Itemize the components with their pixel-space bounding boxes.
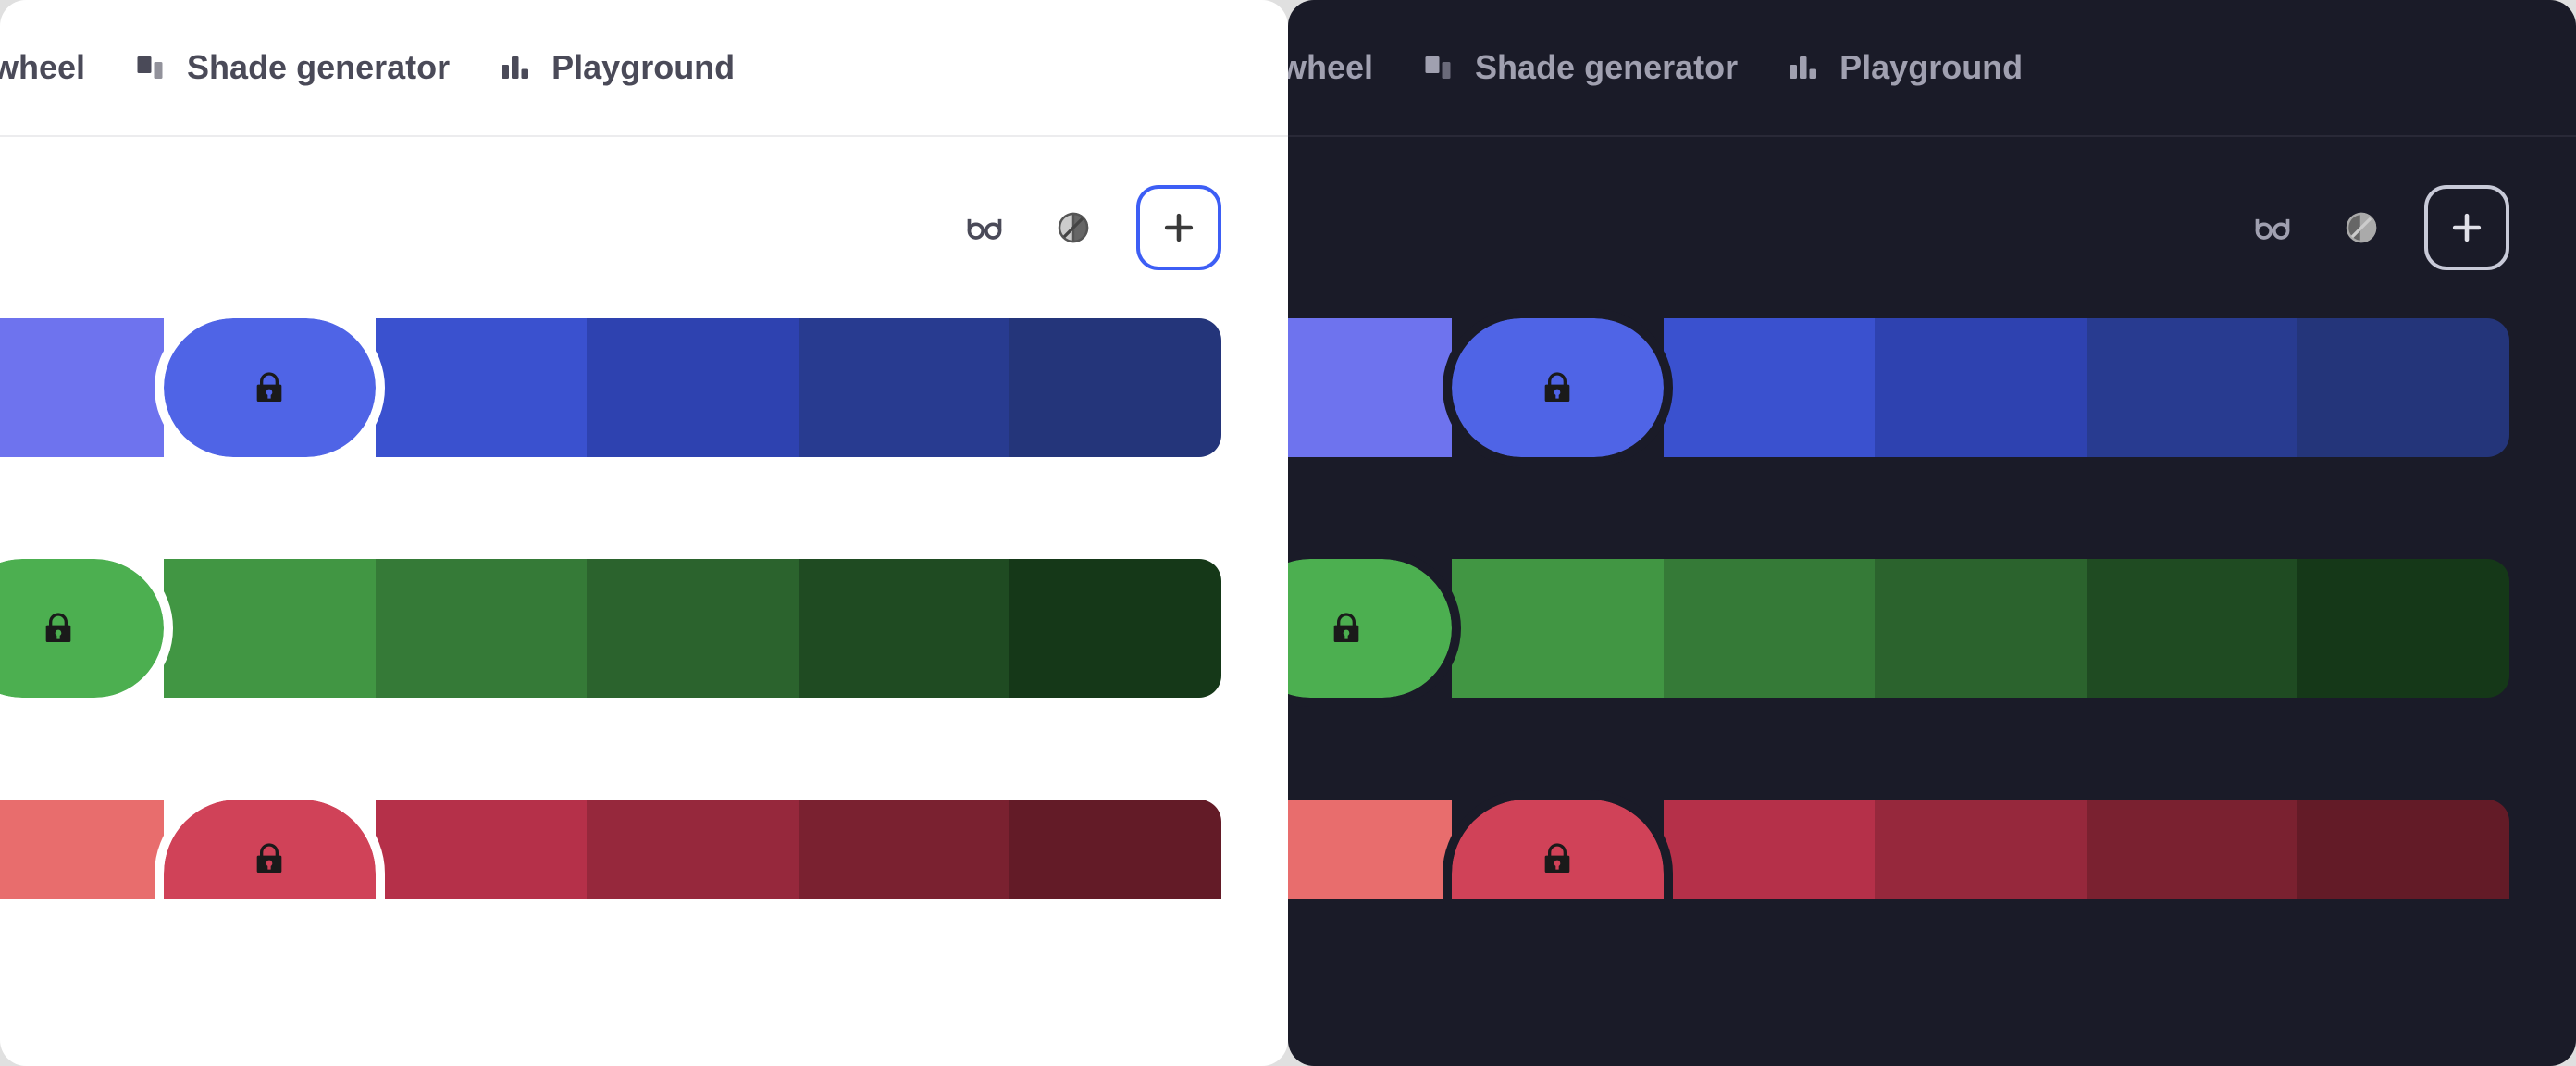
add-button[interactable] xyxy=(1136,185,1221,270)
color-swatch[interactable] xyxy=(799,318,1010,457)
contrast-icon xyxy=(1055,209,1092,246)
glasses-icon xyxy=(2252,207,2293,248)
color-swatch[interactable] xyxy=(1288,800,1452,899)
lock-icon xyxy=(251,369,288,406)
lock-icon xyxy=(1539,840,1576,877)
color-swatch-locked[interactable] xyxy=(1288,559,1452,698)
glasses-icon xyxy=(964,207,1005,248)
lock-icon xyxy=(251,840,288,877)
color-swatch[interactable] xyxy=(1875,318,2087,457)
contrast-button[interactable] xyxy=(2335,202,2387,254)
tab-label: lor wheel xyxy=(0,48,85,87)
color-swatch[interactable] xyxy=(1664,800,1876,899)
color-swatch[interactable] xyxy=(1664,318,1876,457)
color-swatch[interactable] xyxy=(376,800,588,899)
color-swatch[interactable] xyxy=(164,559,376,698)
color-swatch[interactable] xyxy=(2297,318,2509,457)
color-swatch[interactable] xyxy=(1875,800,2087,899)
palette-list xyxy=(0,318,1288,899)
color-swatch[interactable] xyxy=(1009,559,1221,698)
color-swatch[interactable] xyxy=(799,559,1010,698)
color-swatch[interactable] xyxy=(2297,800,2509,899)
palette-list xyxy=(1288,318,2576,899)
color-swatch[interactable] xyxy=(2087,559,2298,698)
color-swatch-locked[interactable] xyxy=(1452,318,1664,457)
color-swatch[interactable] xyxy=(0,318,164,457)
color-swatch-locked[interactable] xyxy=(1452,800,1664,899)
light-theme-panel: lor wheel Shade generator Playground xyxy=(0,0,1288,1066)
palette-row xyxy=(1288,559,2509,698)
shade-generator-icon xyxy=(1421,51,1455,84)
toolbar xyxy=(0,137,1288,318)
color-swatch[interactable] xyxy=(1875,559,2087,698)
tab-label: Playground xyxy=(551,48,735,87)
color-swatch[interactable] xyxy=(0,800,164,899)
color-swatch[interactable] xyxy=(587,800,799,899)
tab-label: lor wheel xyxy=(1288,48,1373,87)
color-swatch[interactable] xyxy=(587,559,799,698)
plus-icon xyxy=(1158,207,1199,248)
toolbar xyxy=(1288,137,2576,318)
tab-color-wheel[interactable]: lor wheel xyxy=(0,48,85,87)
color-swatch[interactable] xyxy=(1009,800,1221,899)
color-swatch[interactable] xyxy=(1452,559,1664,698)
plus-icon xyxy=(2446,207,2487,248)
contrast-icon xyxy=(2343,209,2380,246)
tab-label: Shade generator xyxy=(1475,48,1738,87)
shade-generator-icon xyxy=(133,51,167,84)
color-swatch[interactable] xyxy=(376,318,588,457)
palette-row xyxy=(1288,318,2509,457)
tab-playground[interactable]: Playground xyxy=(498,48,735,87)
color-swatch[interactable] xyxy=(2297,559,2509,698)
palette-row xyxy=(1288,800,2509,899)
playground-icon xyxy=(498,51,531,84)
playground-icon xyxy=(1786,51,1819,84)
tab-bar: lor wheel Shade generator Playground xyxy=(1288,0,2576,137)
add-button[interactable] xyxy=(2424,185,2509,270)
palette-row xyxy=(0,800,1221,899)
glasses-button[interactable] xyxy=(959,202,1010,254)
tab-shade-generator[interactable]: Shade generator xyxy=(133,48,450,87)
color-swatch[interactable] xyxy=(2087,800,2298,899)
color-swatch-locked[interactable] xyxy=(0,559,164,698)
color-swatch[interactable] xyxy=(1664,559,1876,698)
tab-color-wheel[interactable]: lor wheel xyxy=(1288,48,1373,87)
color-swatch[interactable] xyxy=(1009,318,1221,457)
palette-row xyxy=(0,318,1221,457)
glasses-button[interactable] xyxy=(2247,202,2298,254)
color-swatch[interactable] xyxy=(587,318,799,457)
dark-theme-panel: lor wheel Shade generator Playground xyxy=(1288,0,2576,1066)
contrast-button[interactable] xyxy=(1047,202,1099,254)
color-swatch[interactable] xyxy=(1288,318,1452,457)
tab-label: Shade generator xyxy=(187,48,450,87)
color-swatch-locked[interactable] xyxy=(164,800,376,899)
lock-icon xyxy=(40,610,77,647)
lock-icon xyxy=(1328,610,1365,647)
tab-bar: lor wheel Shade generator Playground xyxy=(0,0,1288,137)
tab-playground[interactable]: Playground xyxy=(1786,48,2023,87)
color-swatch-locked[interactable] xyxy=(164,318,376,457)
color-swatch[interactable] xyxy=(799,800,1010,899)
lock-icon xyxy=(1539,369,1576,406)
palette-row xyxy=(0,559,1221,698)
color-swatch[interactable] xyxy=(376,559,588,698)
tab-label: Playground xyxy=(1839,48,2023,87)
tab-shade-generator[interactable]: Shade generator xyxy=(1421,48,1738,87)
color-swatch[interactable] xyxy=(2087,318,2298,457)
